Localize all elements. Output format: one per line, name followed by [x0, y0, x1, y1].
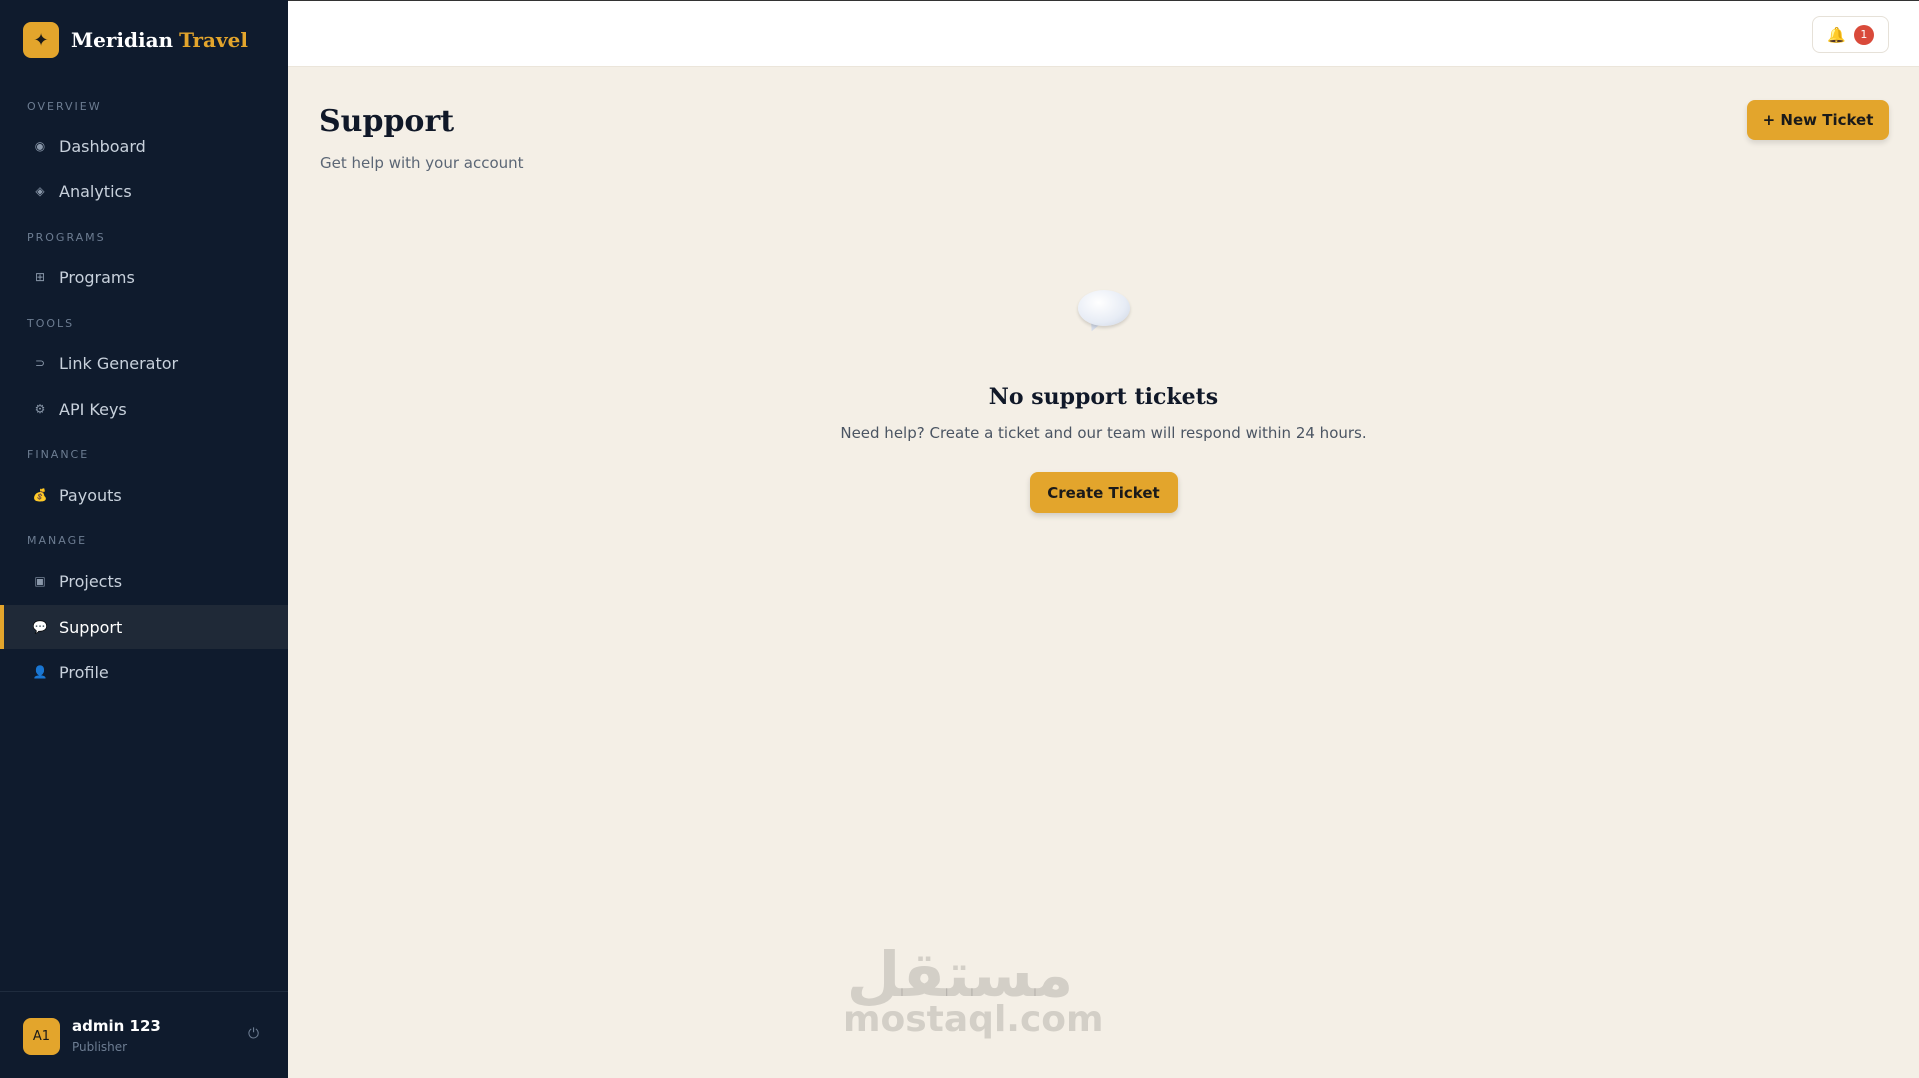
brand-name-primary: Meridian	[71, 28, 174, 52]
empty-state-text: Need help? Create a ticket and our team …	[840, 424, 1367, 442]
sidebar-item-analytics[interactable]: ◈ Analytics	[0, 169, 288, 213]
notification-badge: 1	[1853, 24, 1874, 45]
sidebar-item-label: Analytics	[59, 181, 132, 201]
create-ticket-button[interactable]: Create Ticket	[1029, 472, 1178, 513]
section-label-programs: PROGRAMS	[27, 231, 106, 244]
avatar[interactable]: A1	[23, 1018, 60, 1055]
sidebar-item-label: API Keys	[59, 399, 127, 419]
sidebar-item-label: Payouts	[59, 485, 122, 505]
sidebar-item-link-generator[interactable]: ⊃ Link Generator	[0, 341, 288, 385]
brand[interactable]: ✦ Meridian Travel	[23, 22, 248, 58]
watermark: مستقل mostaql.com	[843, 940, 1104, 1040]
watermark-latin: mostaql.com	[843, 999, 1104, 1040]
sidebar-item-label: Dashboard	[59, 136, 146, 156]
dashboard-icon: ◉	[34, 139, 46, 153]
link-icon: ⊃	[34, 356, 46, 370]
sidebar-item-label: Support	[59, 617, 123, 637]
new-ticket-button[interactable]: + New Ticket	[1747, 100, 1889, 140]
notifications-button[interactable]: 🔔 1	[1812, 16, 1889, 53]
bell-icon: 🔔	[1827, 25, 1846, 44]
sidebar-item-support[interactable]: 💬 Support	[0, 605, 288, 649]
logout-icon[interactable]: ⏻	[248, 1026, 259, 1042]
sidebar: ✦ Meridian Travel OVERVIEW ◉ Dashboard ◈ …	[0, 0, 288, 1078]
brand-logo-icon: ✦	[23, 22, 59, 58]
empty-state-title: No support tickets	[988, 384, 1219, 410]
sidebar-item-programs[interactable]: ⊞ Programs	[0, 255, 288, 299]
speech-bubble-icon: 💬	[32, 620, 48, 634]
money-bag-icon: 💰	[32, 488, 48, 502]
grid-icon: ⊞	[34, 270, 46, 284]
user-name: admin 123	[72, 1017, 161, 1035]
section-label-tools: TOOLS	[27, 317, 75, 330]
page-title: Support	[319, 104, 455, 139]
sidebar-item-label: Programs	[59, 267, 135, 287]
brand-name: Meridian Travel	[71, 28, 248, 52]
sidebar-item-label: Link Generator	[59, 353, 179, 373]
section-label-finance: FINANCE	[27, 448, 90, 461]
empty-state: No support tickets Need help? Create a t…	[288, 290, 1919, 513]
sidebar-item-label: Profile	[59, 662, 109, 682]
analytics-icon: ◈	[35, 184, 45, 198]
top-bar: 🔔 1	[288, 0, 1919, 67]
speech-bubble-icon	[1077, 290, 1130, 334]
sidebar-item-payouts[interactable]: 💰 Payouts	[0, 473, 288, 517]
page-subtitle: Get help with your account	[320, 154, 524, 172]
section-label-overview: OVERVIEW	[27, 100, 102, 113]
sidebar-item-projects[interactable]: ▣ Projects	[0, 559, 288, 603]
sidebar-item-label: Projects	[59, 571, 123, 591]
user-panel: A1 admin 123 Publisher ⏻	[0, 991, 288, 1078]
sidebar-item-profile[interactable]: 👤 Profile	[0, 650, 288, 694]
user-icon: 👤	[32, 665, 48, 679]
section-label-manage: MANAGE	[27, 534, 88, 547]
brand-name-accent: Travel	[179, 28, 248, 52]
projects-icon: ▣	[34, 574, 46, 588]
key-icon: ⚙	[34, 402, 46, 416]
sidebar-item-api-keys[interactable]: ⚙ API Keys	[0, 387, 288, 431]
user-role: Publisher	[72, 1040, 128, 1054]
speech-bubble-body	[1077, 290, 1130, 326]
sidebar-item-dashboard[interactable]: ◉ Dashboard	[0, 124, 288, 168]
